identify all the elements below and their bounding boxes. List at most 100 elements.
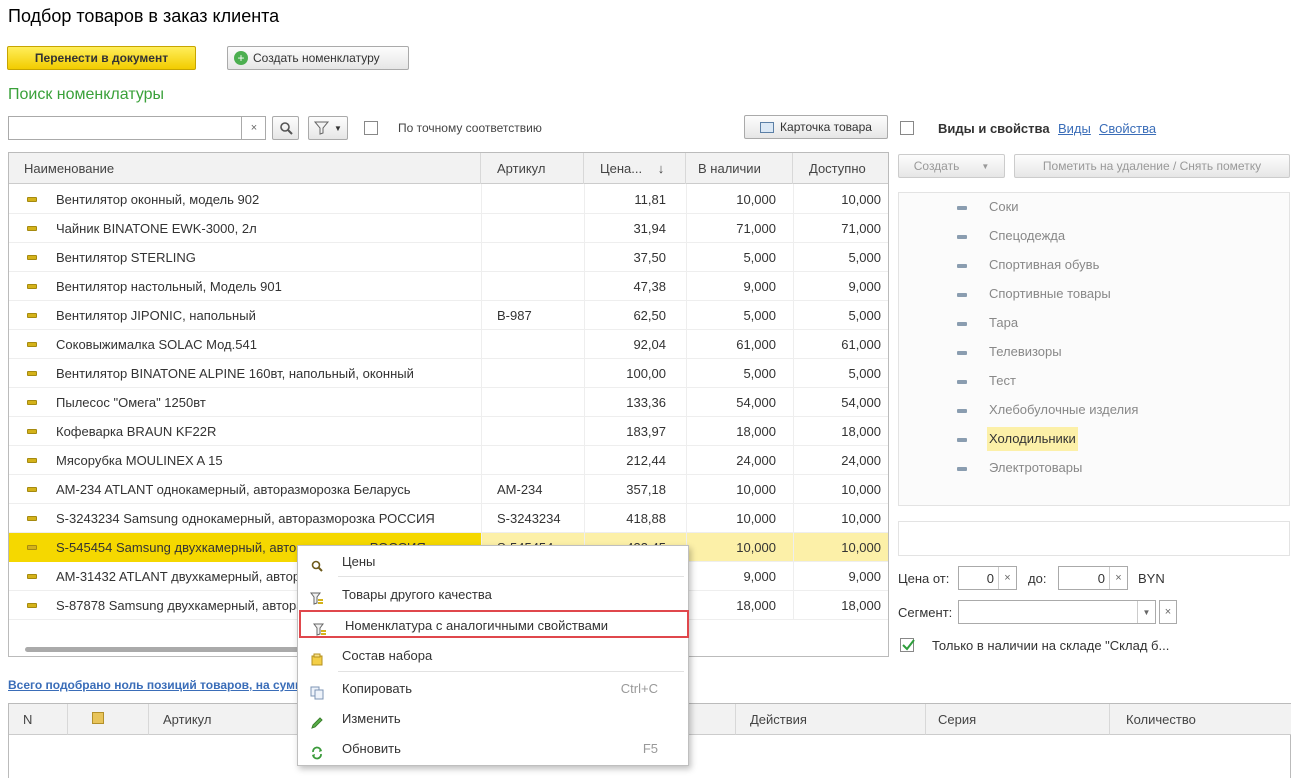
category-item[interactable]: Холодильники <box>987 427 1078 451</box>
filter-dropdown-button[interactable]: ▼ <box>308 116 348 140</box>
column-in-stock[interactable]: В наличии <box>686 153 793 184</box>
column-divider <box>793 184 794 619</box>
summary-link[interactable]: Всего подобрано ноль позиций товаров, на… <box>8 678 304 692</box>
search-button[interactable] <box>272 116 299 140</box>
category-item[interactable]: Спортивная обувь <box>987 253 1101 277</box>
product-icon <box>27 429 37 434</box>
cell-in-stock: 10,000 <box>736 192 776 207</box>
price-from-field[interactable]: 0 × <box>958 566 1017 590</box>
context-menu-item-label: Товары другого качества <box>342 587 492 602</box>
column-set-icon[interactable] <box>68 704 149 735</box>
table-row[interactable]: Соковыжималка SOLAC Мод.541 92,04 61,000 61… <box>9 330 888 359</box>
context-menu-item[interactable]: Обновить F5 <box>298 735 688 763</box>
segment-clear-button[interactable]: × <box>1159 600 1177 624</box>
column-actions[interactable]: Действия <box>736 704 926 735</box>
context-menu-shortcut: Ctrl+C <box>620 681 658 696</box>
cell-name-text: Кофеварка BRAUN KF22R <box>56 424 217 439</box>
cell-in-stock: 18,000 <box>736 424 776 439</box>
create-nomenclature-button[interactable]: + Создать номенклатуру <box>227 46 409 70</box>
cell-available: 5,000 <box>848 366 881 381</box>
table-row[interactable]: Кофеварка BRAUN KF22R 183,97 18,000 18,000 <box>9 417 888 446</box>
column-sku[interactable]: Артикул <box>481 153 584 184</box>
column-quantity[interactable]: Количество <box>1110 704 1291 735</box>
column-series[interactable]: Серия <box>926 704 1110 735</box>
product-icon <box>27 574 37 579</box>
column-available[interactable]: Доступно <box>793 153 888 184</box>
cell-name-text: S-3243234 Samsung однокамерный, авторазм… <box>56 511 435 526</box>
kinds-properties-checkbox[interactable] <box>900 121 914 135</box>
create-label: Создать <box>913 159 960 173</box>
chevron-down-icon[interactable]: ▼ <box>1137 601 1155 623</box>
table-row[interactable]: Вентилятор BINATONE ALPINE 160вт, наполь… <box>9 359 888 388</box>
table-row[interactable]: Вентилятор настольный, Модель 901 47,38 9,… <box>9 272 888 301</box>
search-input[interactable] <box>8 116 266 140</box>
create-dropdown-button[interactable]: Создать ▼ <box>898 154 1005 178</box>
context-menu-item[interactable]: Товары другого качества <box>298 581 688 609</box>
category-item[interactable]: Электротовары <box>987 456 1084 480</box>
mark-delete-button[interactable]: Пометить на удаление / Снять пометку <box>1014 154 1290 178</box>
cell-name-text: Мясорубка MOULINEX A 15 <box>56 453 223 468</box>
cell-name: AM-234 ATLANT однокамерный, авторазмороз… <box>9 475 481 504</box>
product-icon <box>27 400 37 405</box>
cell-available: 5,000 <box>848 308 881 323</box>
kinds-link[interactable]: Виды <box>1058 121 1091 136</box>
category-item[interactable]: Тест <box>987 369 1018 393</box>
cell-sku <box>497 214 584 243</box>
table-row[interactable]: Чайник BINATONE EWK-3000, 2л 31,94 71,000 7… <box>9 214 888 243</box>
cell-in-stock: 5,000 <box>743 366 776 381</box>
context-menu-item[interactable]: Копировать Ctrl+C <box>298 675 688 703</box>
column-price[interactable]: Цена... ↓ <box>584 153 686 184</box>
category-item[interactable]: Хлебобулочные изделия <box>987 398 1140 422</box>
context-menu-item[interactable]: Состав набора <box>298 642 688 670</box>
cell-available: 10,000 <box>841 511 881 526</box>
cell-sku <box>497 388 584 417</box>
transfer-to-document-button[interactable]: Перенести в документ <box>7 46 196 70</box>
column-name[interactable]: Наименование <box>9 153 481 184</box>
table-row[interactable]: Мясорубка MOULINEX A 15 212,44 24,000 24,00… <box>9 446 888 475</box>
cell-sku: B-987 <box>497 308 532 323</box>
table-row[interactable]: AM-234 ATLANT однокамерный, авторазмороз… <box>9 475 888 504</box>
filter-icon <box>314 121 330 135</box>
copy-icon <box>310 682 324 700</box>
category-item[interactable]: Телевизоры <box>987 340 1064 364</box>
price-to-field[interactable]: 0 × <box>1058 566 1128 590</box>
page-title: Подбор товаров в заказ клиента <box>8 6 280 26</box>
category-icon <box>957 467 967 471</box>
category-item[interactable]: Спецодежда <box>987 224 1067 248</box>
segment-select[interactable]: ▼ <box>958 600 1156 624</box>
product-card-button[interactable]: Карточка товара <box>744 115 888 139</box>
price-from-clear-button[interactable]: × <box>998 567 1016 589</box>
exact-match-checkbox[interactable] <box>364 121 378 135</box>
in-stock-only-checkbox[interactable] <box>900 638 915 652</box>
table-row[interactable]: S-3243234 Samsung однокамерный, авторазм… <box>9 504 888 533</box>
table-row[interactable]: Вентилятор JIPONIC, напольный B-987 62,50 5… <box>9 301 888 330</box>
category-item[interactable]: Тара <box>987 311 1020 335</box>
chevron-down-icon: ▼ <box>334 123 342 133</box>
product-icon <box>27 458 37 463</box>
grid-header: Наименование Артикул Цена... ↓ В наличии… <box>9 153 888 184</box>
cell-available: 54,000 <box>841 395 881 410</box>
table-row[interactable]: Вентилятор оконный, модель 902 11,81 10,00… <box>9 185 888 214</box>
in-stock-only-label: Только в наличии на складе "Склад б... <box>932 638 1170 653</box>
kinds-properties-label: Виды и свойства <box>938 121 1050 136</box>
table-row[interactable]: Пылесос "Омега" 1250вт 133,36 54,000 54,000 <box>9 388 888 417</box>
cell-in-stock: 61,000 <box>736 337 776 352</box>
search-clear-button[interactable]: × <box>241 116 266 140</box>
cell-sku <box>497 417 584 446</box>
cell-name: Кофеварка BRAUN KF22R <box>9 417 481 446</box>
cell-name-text: Соковыжималка SOLAC Мод.541 <box>56 337 257 352</box>
price-to-label: до: <box>1028 571 1047 586</box>
category-item[interactable]: Спортивные товары <box>987 282 1113 306</box>
column-n[interactable]: N <box>9 704 68 735</box>
context-menu-item[interactable]: Изменить <box>298 705 688 733</box>
category-icon <box>957 235 967 239</box>
context-menu-item[interactable]: Номенклатура с аналогичными свойствами <box>299 610 689 638</box>
chevron-down-icon: ▼ <box>981 161 990 171</box>
cell-available: 9,000 <box>848 569 881 584</box>
category-item[interactable]: Соки <box>987 195 1021 219</box>
price-to-clear-button[interactable]: × <box>1109 567 1127 589</box>
cell-sku <box>497 446 584 475</box>
table-row[interactable]: Вентилятор STERLING 37,50 5,000 5,000 <box>9 243 888 272</box>
properties-link[interactable]: Свойства <box>1099 121 1156 136</box>
context-menu-item[interactable]: Цены <box>298 548 688 576</box>
